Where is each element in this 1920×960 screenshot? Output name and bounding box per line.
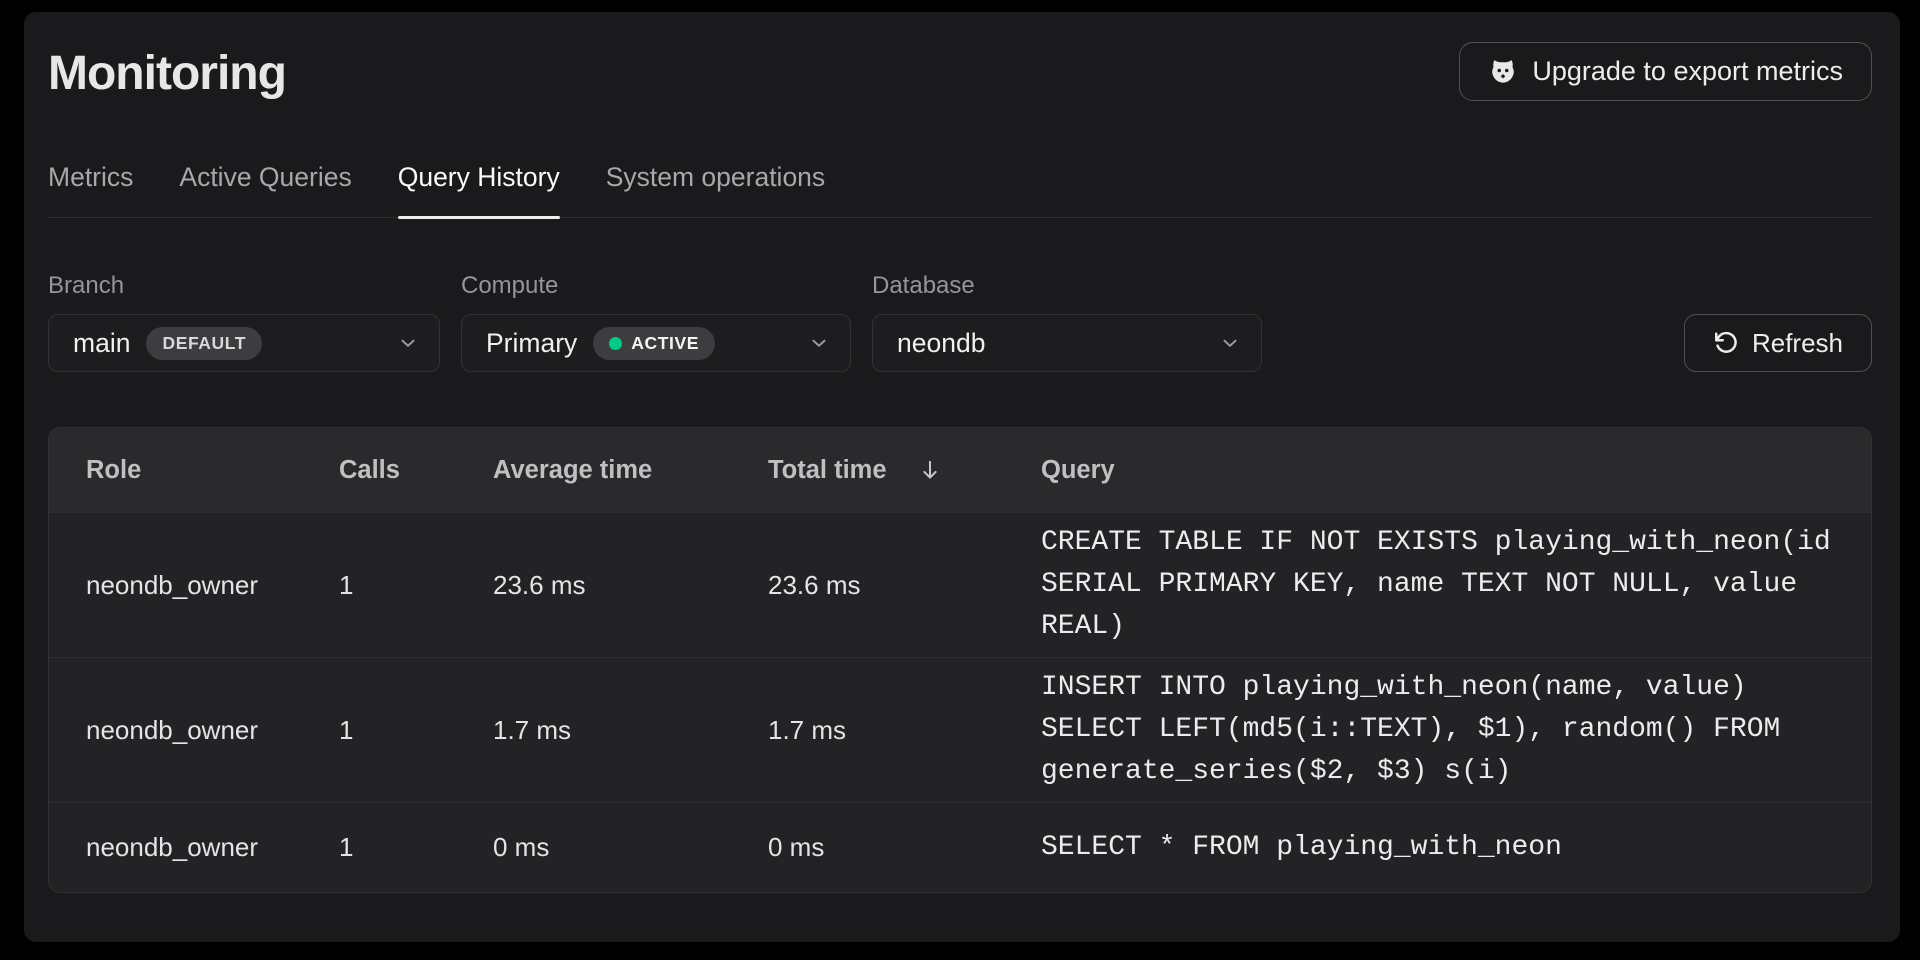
cell-average-time: 0 ms [493,832,768,863]
refresh-button[interactable]: Refresh [1684,314,1872,372]
column-header-calls[interactable]: Calls [339,456,493,485]
cell-total-time: 0 ms [768,832,1041,863]
branch-filter: Branch main DEFAULT [48,272,440,372]
column-header-total-time[interactable]: Total time [768,456,1041,485]
column-header-role[interactable]: Role [86,456,339,485]
cell-total-time: 23.6 ms [768,570,1041,601]
cell-role: neondb_owner [86,832,339,863]
database-select[interactable]: neondb [872,314,1262,372]
chevron-down-icon [1219,332,1241,354]
cell-calls: 1 [339,832,493,863]
active-badge-label: ACTIVE [631,333,699,354]
compute-filter: Compute Primary ACTIVE [461,272,851,372]
refresh-button-label: Refresh [1752,328,1843,359]
column-header-query[interactable]: Query [1041,456,1835,485]
monitoring-tabs: Metrics Active Queries Query History Sys… [48,162,1872,218]
compute-value: Primary [486,328,577,359]
filters-row: Branch main DEFAULT Compute Primary ACTI… [48,272,1872,372]
default-badge: DEFAULT [146,327,262,360]
compute-select[interactable]: Primary ACTIVE [461,314,851,372]
query-history-table: Role Calls Average time Total time Query… [48,427,1872,893]
cell-query: INSERT INTO playing_with_neon(name, valu… [1041,667,1835,793]
column-header-average-time[interactable]: Average time [493,456,768,485]
cell-average-time: 1.7 ms [493,715,768,746]
table-row: neondb_owner 1 1.7 ms 1.7 ms INSERT INTO… [49,657,1871,802]
upgrade-to-export-metrics-button[interactable]: Upgrade to export metrics [1459,42,1872,101]
refresh-icon [1713,330,1739,356]
datadog-dog-icon [1488,57,1518,87]
table-header-row: Role Calls Average time Total time Query [49,428,1871,512]
database-value: neondb [897,328,985,359]
tab-system-operations[interactable]: System operations [606,162,825,217]
table-row: neondb_owner 1 0 ms 0 ms SELECT * FROM p… [49,802,1871,892]
branch-value: main [73,328,130,359]
table-row: neondb_owner 1 23.6 ms 23.6 ms CREATE TA… [49,512,1871,657]
tab-query-history[interactable]: Query History [398,162,560,217]
cell-query: CREATE TABLE IF NOT EXISTS playing_with_… [1041,522,1835,648]
cell-calls: 1 [339,715,493,746]
cell-role: neondb_owner [86,570,339,601]
branch-select[interactable]: main DEFAULT [48,314,440,372]
cell-total-time: 1.7 ms [768,715,1041,746]
active-badge: ACTIVE [593,327,715,360]
chevron-down-icon [808,332,830,354]
compute-label: Compute [461,272,851,300]
database-label: Database [872,272,1262,300]
chevron-down-icon [397,332,419,354]
cell-query: SELECT * FROM playing_with_neon [1041,827,1835,869]
branch-label: Branch [48,272,440,300]
cell-average-time: 23.6 ms [493,570,768,601]
cell-role: neondb_owner [86,715,339,746]
upgrade-button-label: Upgrade to export metrics [1532,56,1843,87]
tab-metrics[interactable]: Metrics [48,162,133,217]
monitoring-page: Monitoring Upgrade to export metrics Met… [24,12,1900,942]
table-body: neondb_owner 1 23.6 ms 23.6 ms CREATE TA… [49,512,1871,892]
database-filter: Database neondb [872,272,1262,372]
active-status-dot [609,337,622,350]
tab-active-queries[interactable]: Active Queries [179,162,351,217]
sort-descending-arrow-icon [917,457,943,483]
total-time-header-label: Total time [768,456,887,485]
cell-calls: 1 [339,570,493,601]
